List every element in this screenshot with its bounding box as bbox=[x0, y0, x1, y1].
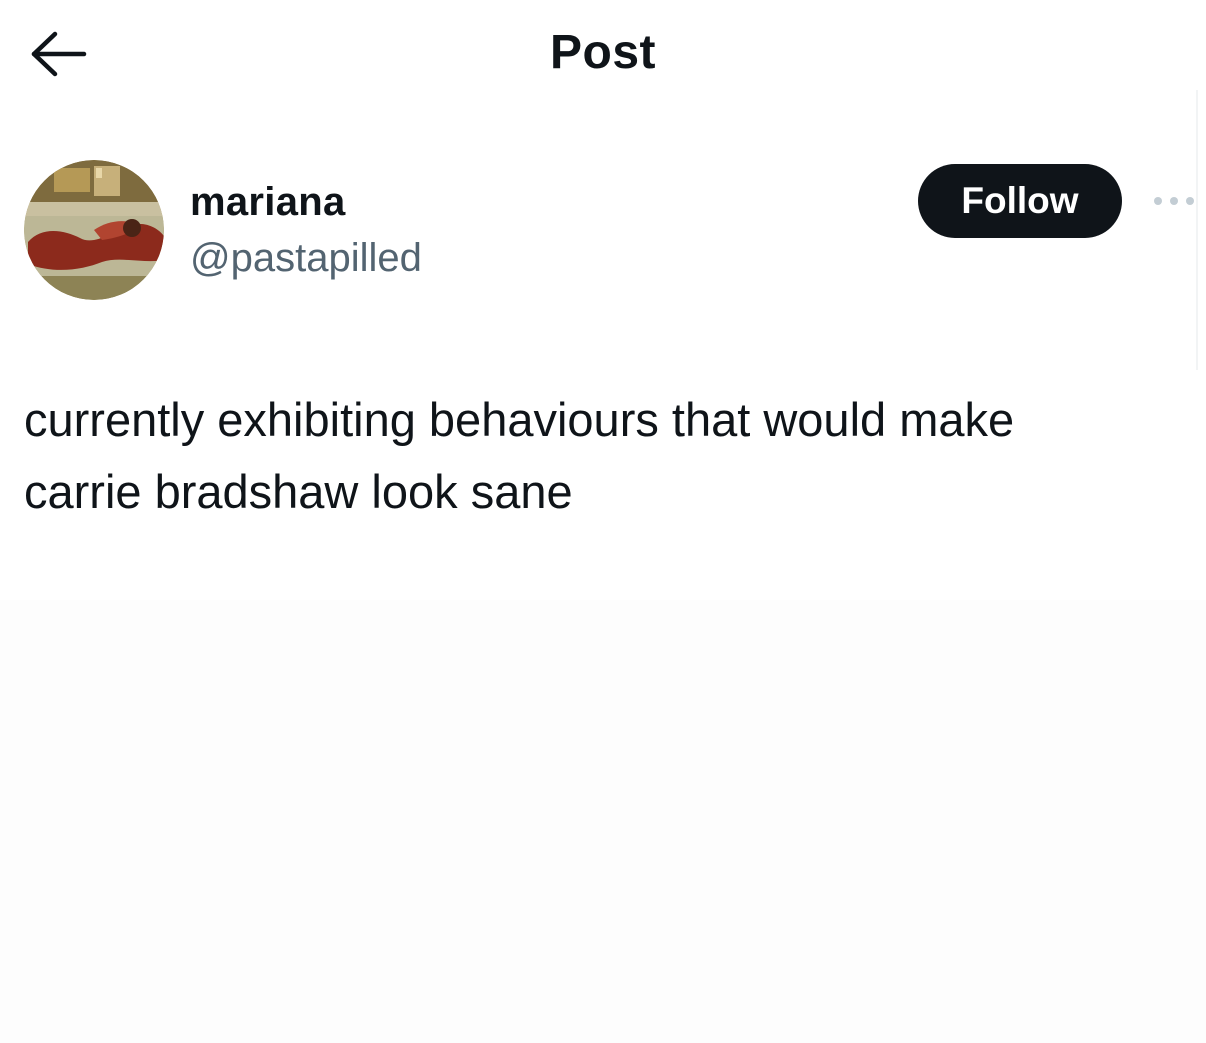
divider bbox=[1196, 90, 1198, 370]
more-horizontal-icon bbox=[1154, 197, 1194, 205]
author-display-name[interactable]: mariana bbox=[190, 178, 346, 226]
follow-button[interactable]: Follow bbox=[918, 164, 1122, 238]
author-handle[interactable]: @pastapilled bbox=[190, 233, 422, 283]
avatar[interactable] bbox=[24, 160, 164, 300]
avatar-image bbox=[24, 160, 164, 300]
more-options-button[interactable] bbox=[1148, 186, 1200, 216]
post-text: currently exhibiting behaviours that wou… bbox=[24, 393, 1015, 518]
page-title: Post bbox=[549, 26, 656, 79]
media-placeholder bbox=[0, 600, 1206, 1043]
top-bar: Post bbox=[0, 0, 1206, 110]
